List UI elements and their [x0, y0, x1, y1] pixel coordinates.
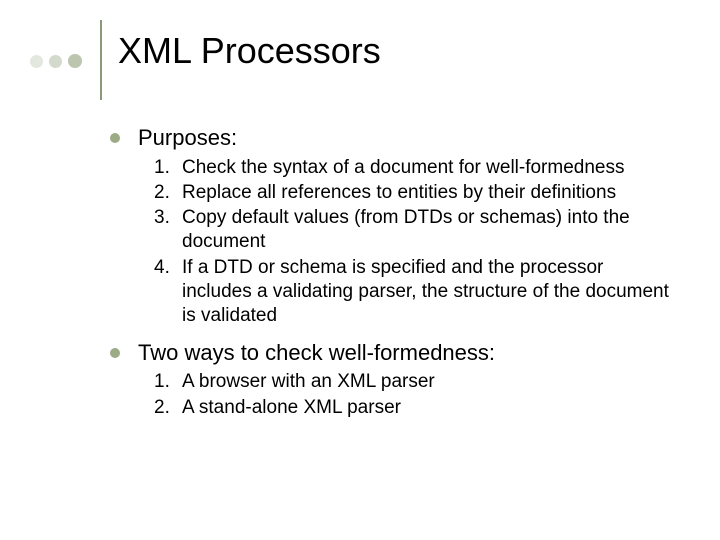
item-number: 2. [154, 181, 182, 205]
slide-body: Purposes: 1. Check the syntax of a docum… [110, 120, 670, 424]
numbered-list: 1. Check the syntax of a document for we… [154, 156, 670, 329]
item-number: 3. [154, 206, 182, 255]
item-number: 1. [154, 370, 182, 394]
item-text: A browser with an XML parser [182, 370, 670, 394]
list-item: 1. Check the syntax of a document for we… [154, 156, 670, 180]
list-item: 1. A browser with an XML parser [154, 370, 670, 394]
slide-title: XML Processors [118, 30, 381, 72]
bullet-item: Purposes: [110, 124, 670, 152]
item-number: 1. [154, 156, 182, 180]
dot-icon [30, 55, 43, 68]
numbered-list: 1. A browser with an XML parser 2. A sta… [154, 370, 670, 420]
bullet-label: Two ways to check well-formedness: [138, 339, 495, 367]
decor-dots [30, 54, 82, 68]
item-number: 4. [154, 256, 182, 329]
slide: XML Processors Purposes: 1. Check the sy… [0, 0, 720, 540]
dot-icon [68, 54, 82, 68]
item-text: Copy default values (from DTDs or schema… [182, 206, 670, 255]
bullet-icon [110, 348, 120, 358]
title-divider [100, 20, 102, 100]
list-item: 2. Replace all references to entities by… [154, 181, 670, 205]
item-number: 2. [154, 396, 182, 420]
item-text: Check the syntax of a document for well-… [182, 156, 670, 180]
bullet-label: Purposes: [138, 124, 237, 152]
item-text: If a DTD or schema is specified and the … [182, 256, 670, 329]
bullet-icon [110, 133, 120, 143]
dot-icon [49, 55, 62, 68]
bullet-item: Two ways to check well-formedness: [110, 339, 670, 367]
item-text: A stand-alone XML parser [182, 396, 670, 420]
item-text: Replace all references to entities by th… [182, 181, 670, 205]
list-item: 3. Copy default values (from DTDs or sch… [154, 206, 670, 255]
list-item: 4. If a DTD or schema is specified and t… [154, 256, 670, 329]
list-item: 2. A stand-alone XML parser [154, 396, 670, 420]
